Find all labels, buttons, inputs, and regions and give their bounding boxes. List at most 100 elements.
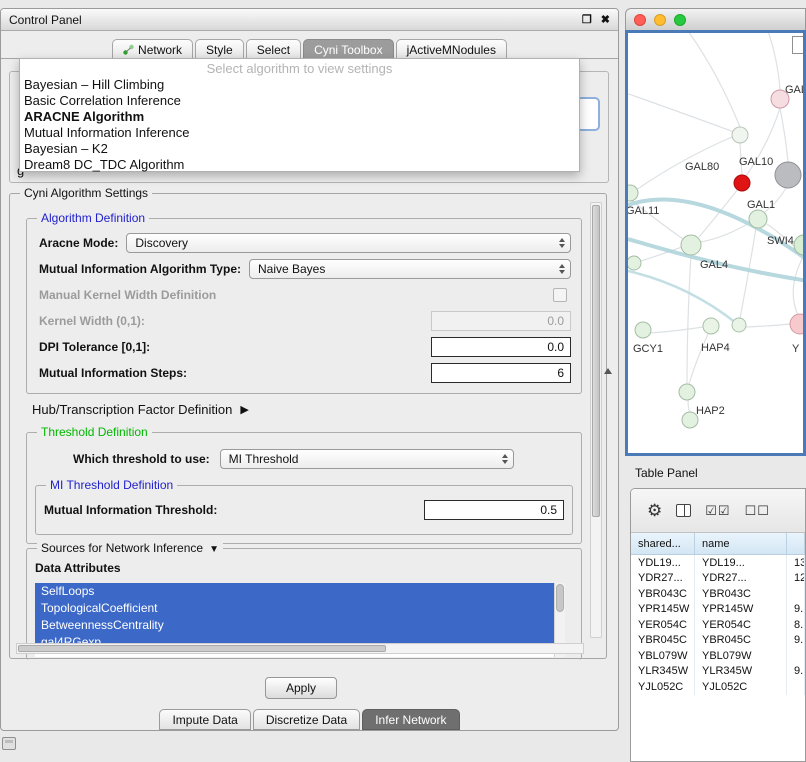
- window-title: Control Panel: [9, 13, 82, 27]
- algorithm-option[interactable]: ARACNE Algorithm: [20, 109, 579, 125]
- tab-select[interactable]: Select: [246, 39, 301, 59]
- aracne-mode-label: Aracne Mode:: [39, 236, 118, 250]
- tab-label: Cyni Toolbox: [314, 43, 382, 57]
- apply-button[interactable]: Apply: [265, 677, 337, 699]
- column-manager-icon[interactable]: [676, 504, 691, 517]
- kernel-width-input[interactable]: 0.0: [431, 311, 571, 331]
- tab-cyni-toolbox[interactable]: Cyni Toolbox: [303, 39, 393, 59]
- dpi-tolerance-input[interactable]: 0.0: [431, 337, 571, 357]
- gear-icon[interactable]: ⚙: [647, 501, 662, 521]
- network-edge: [699, 189, 738, 237]
- control-panel-window: Control Panel ❐ ✖ NetworkStyleSelect Cyni…: [0, 8, 619, 731]
- hub-definition-toggle[interactable]: Hub/Transcription Factor Definition ▶: [32, 402, 249, 417]
- network-node-label: Y: [792, 343, 800, 355]
- settings-horizontal-scrollbar[interactable]: [16, 643, 584, 654]
- close-traffic-light-icon[interactable]: [634, 14, 646, 26]
- algorithm-option[interactable]: Mutual Information Inference: [20, 125, 579, 141]
- algorithm-option[interactable]: Bayesian – K2: [20, 141, 579, 157]
- network-node[interactable]: [734, 175, 750, 191]
- attribute-item[interactable]: BetweennessCentrality: [35, 617, 554, 634]
- table-row[interactable]: YPR145WYPR145W9.: [631, 602, 805, 618]
- table-row[interactable]: YBR043CYBR043C: [631, 586, 805, 602]
- mi-type-select[interactable]: Naive Bayes: [249, 259, 571, 279]
- splitter-arrow-icon[interactable]: [604, 368, 612, 374]
- control-panel-titlebar[interactable]: Control Panel ❐ ✖: [1, 9, 618, 31]
- network-window-titlebar[interactable]: [625, 8, 806, 30]
- bottom-tab-impute-data[interactable]: Impute Data: [159, 709, 250, 730]
- horizontal-scrollbar-thumb[interactable]: [18, 645, 386, 652]
- close-window-icon[interactable]: ✖: [601, 13, 610, 26]
- algorithm-dropdown-list: Bayesian – Hill ClimbingBasic Correlatio…: [20, 77, 579, 173]
- table-cell: YLR345W: [695, 664, 787, 680]
- table-cell: YER054C: [695, 617, 787, 633]
- settings-vertical-scrollbar[interactable]: [590, 202, 602, 638]
- network-node-label: GCY1: [633, 343, 663, 355]
- network-node[interactable]: [681, 235, 701, 255]
- table-row[interactable]: YLR345WYLR345W9.: [631, 664, 805, 680]
- tab-network[interactable]: Network: [112, 39, 193, 59]
- attribute-item[interactable]: TopologicalCoefficient: [35, 600, 554, 617]
- collapsed-panel-icon[interactable]: [2, 737, 16, 750]
- which-threshold-value: MI Threshold: [229, 452, 299, 466]
- table-row[interactable]: YDR27...YDR27...12: [631, 571, 805, 587]
- which-threshold-select[interactable]: MI Threshold: [220, 449, 514, 469]
- algorithm-option[interactable]: Bayesian – Hill Climbing: [20, 77, 579, 93]
- network-node[interactable]: [749, 210, 767, 228]
- network-node[interactable]: [628, 185, 638, 201]
- mi-threshold-input[interactable]: 0.5: [424, 500, 564, 520]
- network-node-label: HAP2: [696, 405, 725, 417]
- column-header[interactable]: [787, 533, 805, 554]
- aracne-mode-value: Discovery: [135, 236, 188, 250]
- table-cell: YJL052C: [631, 679, 695, 695]
- sources-title-text: Sources for Network Inference: [41, 541, 203, 555]
- table-cell: YER054C: [631, 617, 695, 633]
- tab-style[interactable]: Style: [195, 39, 244, 59]
- network-node[interactable]: [775, 162, 801, 188]
- network-node-label: GAL1: [747, 199, 775, 211]
- combo-stepper-icon: [559, 264, 565, 274]
- network-node[interactable]: [703, 318, 719, 334]
- table-row[interactable]: YJL052CYJL052C: [631, 679, 805, 695]
- vertical-scrollbar-thumb[interactable]: [592, 205, 600, 517]
- float-window-icon[interactable]: ❐: [582, 13, 592, 26]
- network-node[interactable]: [635, 322, 651, 338]
- algorithm-option[interactable]: Basic Correlation Inference: [20, 93, 579, 109]
- aracne-mode-select[interactable]: Discovery: [126, 233, 571, 253]
- table-row[interactable]: YDL19...YDL19...13: [631, 555, 805, 571]
- network-node[interactable]: [790, 314, 803, 334]
- table-row[interactable]: YBR045CYBR045C9.: [631, 633, 805, 649]
- manual-kernel-row: Manual Kernel Width Definition: [39, 285, 571, 305]
- attributes-scrollbar-thumb[interactable]: [556, 584, 564, 612]
- mi-type-label: Mutual Information Algorithm Type:: [39, 262, 241, 276]
- mi-type-row: Mutual Information Algorithm Type: Naive…: [39, 259, 571, 279]
- network-canvas[interactable]: GALGAL80GAL10GAL11GAL1SWI4GAL4GCY1HAP4YH…: [625, 30, 806, 456]
- table-cell: [787, 679, 805, 695]
- zoom-traffic-light-icon[interactable]: [674, 14, 686, 26]
- network-node[interactable]: [628, 256, 641, 270]
- tab-jactivemnodules[interactable]: jActiveMNodules: [396, 39, 507, 59]
- mi-threshold-row: Mutual Information Threshold: 0.5: [36, 500, 572, 520]
- select-all-icon[interactable]: ☑☑: [705, 503, 730, 519]
- bottom-tab-discretize-data[interactable]: Discretize Data: [253, 709, 360, 730]
- table-cell: YBR043C: [631, 586, 695, 602]
- bottom-tab-infer-network[interactable]: Infer Network: [362, 709, 459, 730]
- column-header[interactable]: shared...: [631, 533, 695, 554]
- algorithm-option[interactable]: Dream8 DC_TDC Algorithm: [20, 157, 579, 173]
- table-cell: 12: [787, 571, 805, 587]
- table-row[interactable]: YER054CYER054C8.: [631, 617, 805, 633]
- network-node[interactable]: [679, 384, 695, 400]
- attribute-item[interactable]: SelfLoops: [35, 583, 554, 600]
- network-node[interactable]: [732, 127, 748, 143]
- minimize-traffic-light-icon[interactable]: [654, 14, 666, 26]
- table-row[interactable]: YBL079WYBL079W: [631, 648, 805, 664]
- collapse-arrow-icon[interactable]: ▼: [209, 544, 219, 555]
- deselect-all-icon[interactable]: ☐☐: [745, 503, 770, 519]
- network-node[interactable]: [732, 318, 746, 332]
- column-header[interactable]: name: [695, 533, 787, 554]
- mi-threshold-label: Mutual Information Threshold:: [44, 503, 217, 517]
- kernel-width-label: Kernel Width (0,1):: [39, 314, 145, 328]
- birdseye-box[interactable]: [792, 36, 805, 54]
- mi-steps-input[interactable]: 6: [431, 363, 571, 383]
- table-cell: YLR345W: [631, 664, 695, 680]
- manual-kernel-checkbox[interactable]: [553, 288, 567, 302]
